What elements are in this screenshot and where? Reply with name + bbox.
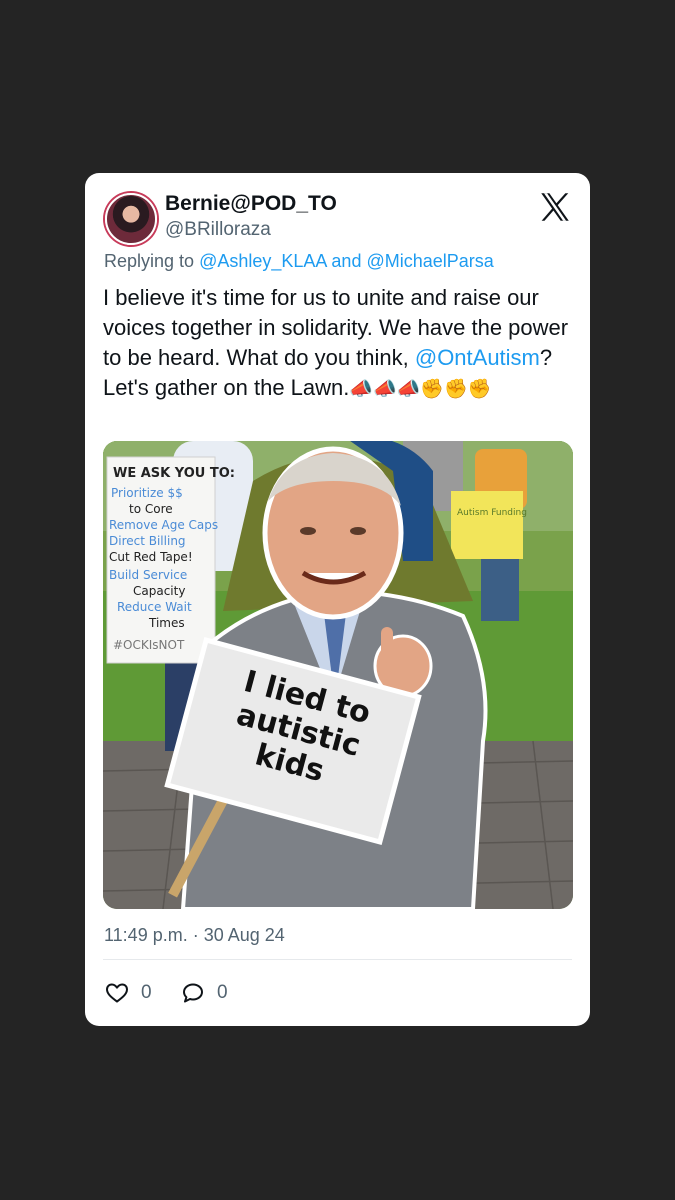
tweet-photo[interactable]: Autism Funding WE ASK YOU TO: Prioritize… bbox=[103, 441, 573, 909]
protest-photo-illustration: Autism Funding WE ASK YOU TO: Prioritize… bbox=[103, 441, 573, 909]
reply-button[interactable]: 0 bbox=[181, 981, 228, 1005]
sign-left-line: Cut Red Tape! bbox=[109, 550, 193, 564]
sign-left-line: Direct Billing bbox=[109, 534, 186, 548]
reply-mention-link[interactable]: @MichaelParsa bbox=[366, 251, 493, 271]
mention-link[interactable]: @OntAutism bbox=[415, 345, 540, 370]
reply-and-text: and bbox=[326, 251, 367, 271]
sign-left-line: Remove Age Caps bbox=[109, 518, 218, 532]
sign-left-line: to Core bbox=[129, 502, 173, 516]
megaphone-emoji: 📣📣📣 bbox=[349, 378, 421, 400]
avatar[interactable] bbox=[105, 193, 157, 245]
heart-icon bbox=[106, 983, 128, 1003]
reply-count: 0 bbox=[217, 982, 228, 1003]
like-count: 0 bbox=[141, 982, 152, 1003]
display-name[interactable]: Bernie@POD_TO bbox=[165, 192, 337, 216]
replying-to-line: Replying to @Ashley_KLAA and @MichaelPar… bbox=[104, 251, 494, 272]
tweet-text: I believe it's time for us to unite and … bbox=[103, 283, 578, 404]
divider bbox=[103, 959, 572, 960]
replying-prefix: Replying to bbox=[104, 251, 200, 271]
timestamp[interactable]: 11:49 p.m. · 30 Aug 24 bbox=[104, 925, 285, 946]
sign-left-line: Prioritize $$ bbox=[111, 486, 183, 500]
fist-emoji: ✊✊✊ bbox=[420, 378, 492, 400]
sign-left-line: #OCKIsNOT bbox=[113, 638, 185, 652]
yellow-sign-text: Autism Funding bbox=[457, 508, 527, 518]
tweet-card: Bernie@POD_TO @BRilloraza Replying to @A… bbox=[85, 173, 590, 1026]
sign-left-line: Capacity bbox=[133, 584, 185, 598]
sign-left-line: Reduce Wait bbox=[117, 600, 192, 614]
like-button[interactable]: 0 bbox=[105, 981, 152, 1005]
sign-left-line: Build Service bbox=[109, 568, 187, 582]
x-logo-icon bbox=[541, 193, 569, 221]
sign-left-line: Times bbox=[148, 616, 185, 630]
reply-bubble-icon bbox=[183, 983, 203, 1003]
user-handle[interactable]: @BRilloraza bbox=[165, 219, 271, 241]
reply-mention-link[interactable]: @Ashley_KLAA bbox=[199, 251, 326, 271]
sign-left-title: WE ASK YOU TO: bbox=[113, 466, 235, 481]
